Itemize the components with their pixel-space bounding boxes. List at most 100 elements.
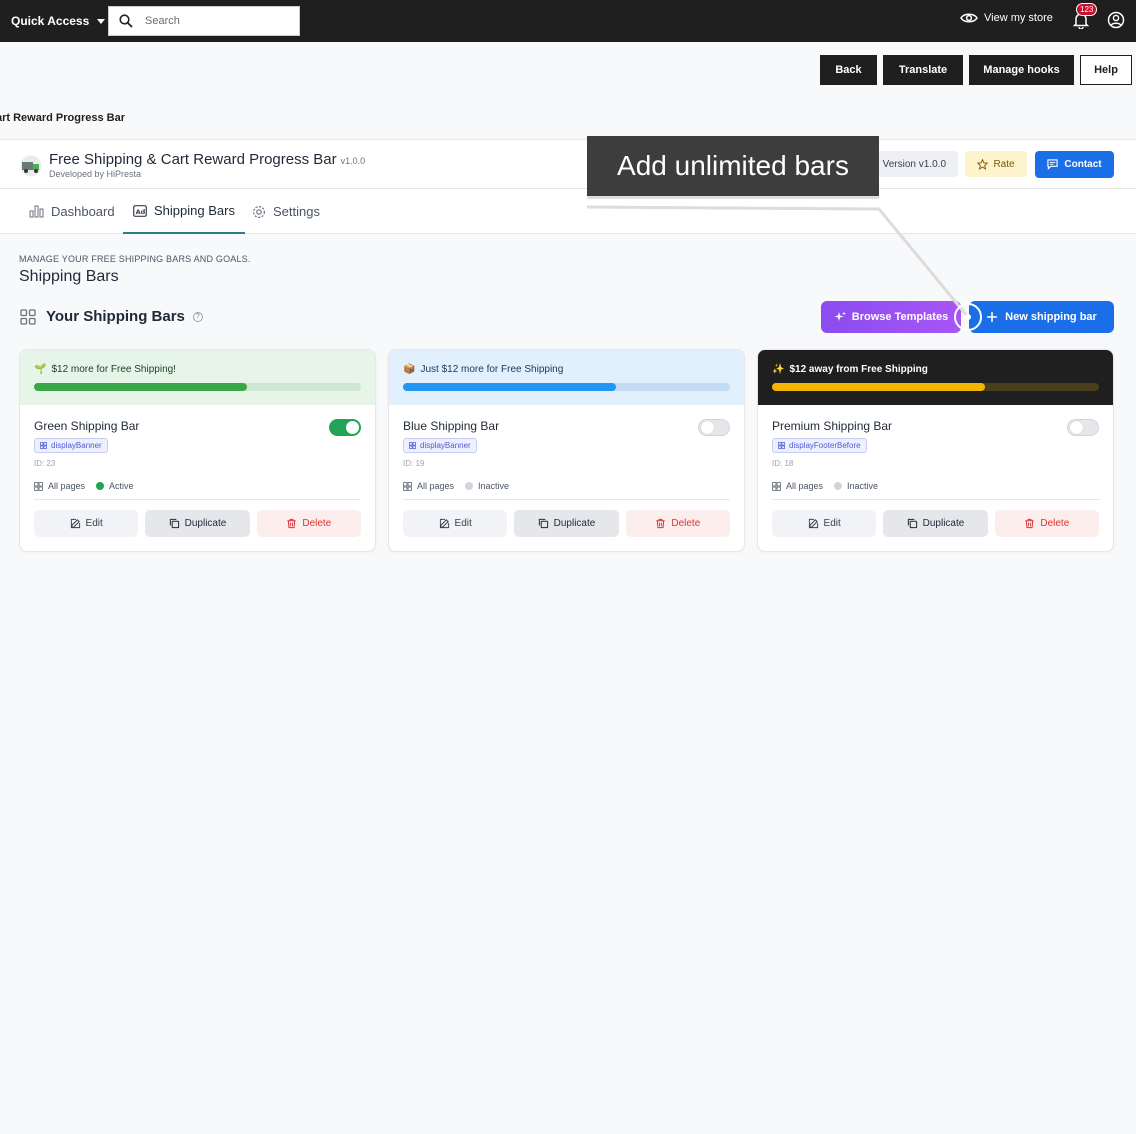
ad-icon: Ad: [133, 204, 147, 217]
bar-id: ID: 18: [772, 459, 794, 468]
copy-icon: [907, 518, 917, 529]
view-store-link[interactable]: View my store: [960, 12, 1053, 24]
view-store-label: View my store: [984, 12, 1053, 24]
duplicate-button[interactable]: Duplicate: [145, 510, 250, 537]
section-kicker: MANAGE YOUR FREE SHIPPING BARS AND GOALS…: [19, 254, 251, 264]
progress-track: [34, 383, 361, 391]
bar-pages: All pages: [48, 481, 86, 491]
preview-message: $12 more for Free Shipping!: [51, 364, 176, 375]
edit-button[interactable]: Edit: [772, 510, 877, 537]
delete-button[interactable]: Delete: [994, 510, 1099, 537]
edit-label: Edit: [823, 518, 841, 529]
progress-fill: [772, 383, 985, 391]
hook-name: displayBanner: [420, 441, 471, 450]
progress-track: [403, 383, 730, 391]
status-label: Active: [109, 481, 134, 491]
section-title: Shipping Bars: [19, 268, 119, 285]
help-button[interactable]: Help: [1080, 55, 1132, 85]
hook-badge: displayFooterBefore: [772, 438, 867, 453]
contact-button[interactable]: Contact: [1035, 151, 1114, 178]
edit-icon: [439, 518, 449, 529]
module-developer: Developed by HiPresta: [49, 169, 142, 179]
tab-shipping-bars[interactable]: Ad Shipping Bars: [123, 189, 245, 234]
help-circle-icon[interactable]: ?: [192, 311, 203, 322]
bar-name: Blue Shipping Bar: [403, 419, 500, 433]
bar-id: ID: 23: [34, 459, 56, 468]
tutorial-callout: Add unlimited bars: [587, 136, 879, 199]
search-icon: [119, 14, 133, 28]
page-title: art Reward Progress Bar: [0, 112, 125, 124]
module-title-text: Free Shipping & Cart Reward Progress Bar: [49, 151, 337, 168]
search-input[interactable]: [145, 15, 285, 27]
module-header: Free Shipping & Cart Reward Progress Bar…: [0, 139, 1136, 189]
edit-button[interactable]: Edit: [34, 510, 139, 537]
edit-button[interactable]: Edit: [403, 510, 508, 537]
tab-settings-label: Settings: [273, 204, 320, 219]
star-icon: [977, 158, 989, 170]
status-dot: [834, 482, 843, 490]
module-version: v1.0.0: [340, 156, 366, 166]
duplicate-label: Duplicate: [553, 518, 596, 529]
top-bar: Quick Access View my store 123: [0, 0, 1136, 42]
status-label: Inactive: [847, 481, 879, 491]
bar-meta: All pages Inactive: [403, 481, 730, 500]
grid-icon: [40, 442, 47, 449]
browse-templates-label: Browse Templates: [851, 311, 949, 323]
enable-toggle[interactable]: [1067, 419, 1099, 436]
gear-icon: [252, 205, 266, 218]
edit-icon: [70, 518, 80, 529]
duplicate-label: Duplicate: [922, 518, 965, 529]
bar-meta: All pages Active: [34, 481, 361, 500]
bar-preview: 📦 Just $12 more for Free Shipping: [389, 350, 744, 405]
card-actions: Edit Duplicate Delete: [20, 500, 375, 537]
bar-preview: 🌱 $12 more for Free Shipping!: [20, 350, 375, 405]
chevron-down-icon: [97, 18, 106, 24]
bar-preview-text: 📦 Just $12 more for Free Shipping: [403, 364, 730, 375]
toggle-knob: [701, 421, 714, 434]
new-shipping-bar-button[interactable]: New shipping bar: [969, 301, 1114, 333]
delete-button[interactable]: Delete: [256, 510, 361, 537]
truck-logo-icon: [20, 155, 42, 177]
module-title: Free Shipping & Cart Reward Progress Bar…: [49, 151, 365, 168]
card-body: Blue Shipping Bar displayBanner ID: 19 A…: [389, 405, 744, 500]
preview-emoji-icon: 🌱: [34, 364, 47, 375]
tab-settings[interactable]: Settings: [252, 189, 320, 234]
status-dot: [96, 482, 105, 490]
preview-emoji-icon: ✨: [772, 364, 785, 375]
quick-access-menu[interactable]: Quick Access: [11, 14, 106, 28]
bar-name: Green Shipping Bar: [34, 419, 140, 433]
grid-icon: [409, 442, 416, 449]
delete-button[interactable]: Delete: [625, 510, 730, 537]
quick-access-label: Quick Access: [11, 14, 90, 28]
pages-grid-icon: [34, 481, 43, 491]
preview-emoji-icon: 📦: [403, 364, 416, 375]
pages-grid-icon: [772, 481, 781, 491]
bar-chart-icon: [29, 205, 44, 218]
browse-templates-button[interactable]: Browse Templates: [821, 301, 961, 333]
delete-label: Delete: [671, 518, 701, 529]
tab-dashboard[interactable]: Dashboard: [29, 189, 115, 234]
pages-grid-icon: [403, 481, 412, 491]
tab-bar: Dashboard Ad Shipping Bars Settings: [0, 189, 1136, 234]
preview-message: $12 away from Free Shipping: [789, 364, 928, 375]
user-account-icon[interactable]: [1107, 11, 1125, 29]
card-actions: Edit Duplicate Delete: [758, 500, 1113, 537]
card-body: Green Shipping Bar displayBanner ID: 23 …: [20, 405, 375, 500]
svg-text:Ad: Ad: [136, 207, 146, 215]
enable-toggle[interactable]: [698, 419, 730, 436]
manage-hooks-button[interactable]: Manage hooks: [969, 55, 1074, 85]
duplicate-button[interactable]: Duplicate: [883, 510, 988, 537]
duplicate-button[interactable]: Duplicate: [514, 510, 619, 537]
search-box[interactable]: [108, 6, 300, 36]
enable-toggle[interactable]: [329, 419, 361, 436]
toggle-knob: [346, 421, 359, 434]
contact-label: Contact: [1064, 159, 1102, 170]
back-button[interactable]: Back: [820, 55, 877, 85]
translate-button[interactable]: Translate: [883, 55, 963, 85]
bar-pages: All pages: [417, 481, 455, 491]
rate-button[interactable]: Rate: [965, 151, 1027, 177]
tab-shipping-bars-label: Shipping Bars: [154, 203, 235, 218]
status-label: Inactive: [478, 481, 510, 491]
grid-icon: [778, 442, 785, 449]
version-pill: Version v1.0.0: [872, 151, 958, 177]
